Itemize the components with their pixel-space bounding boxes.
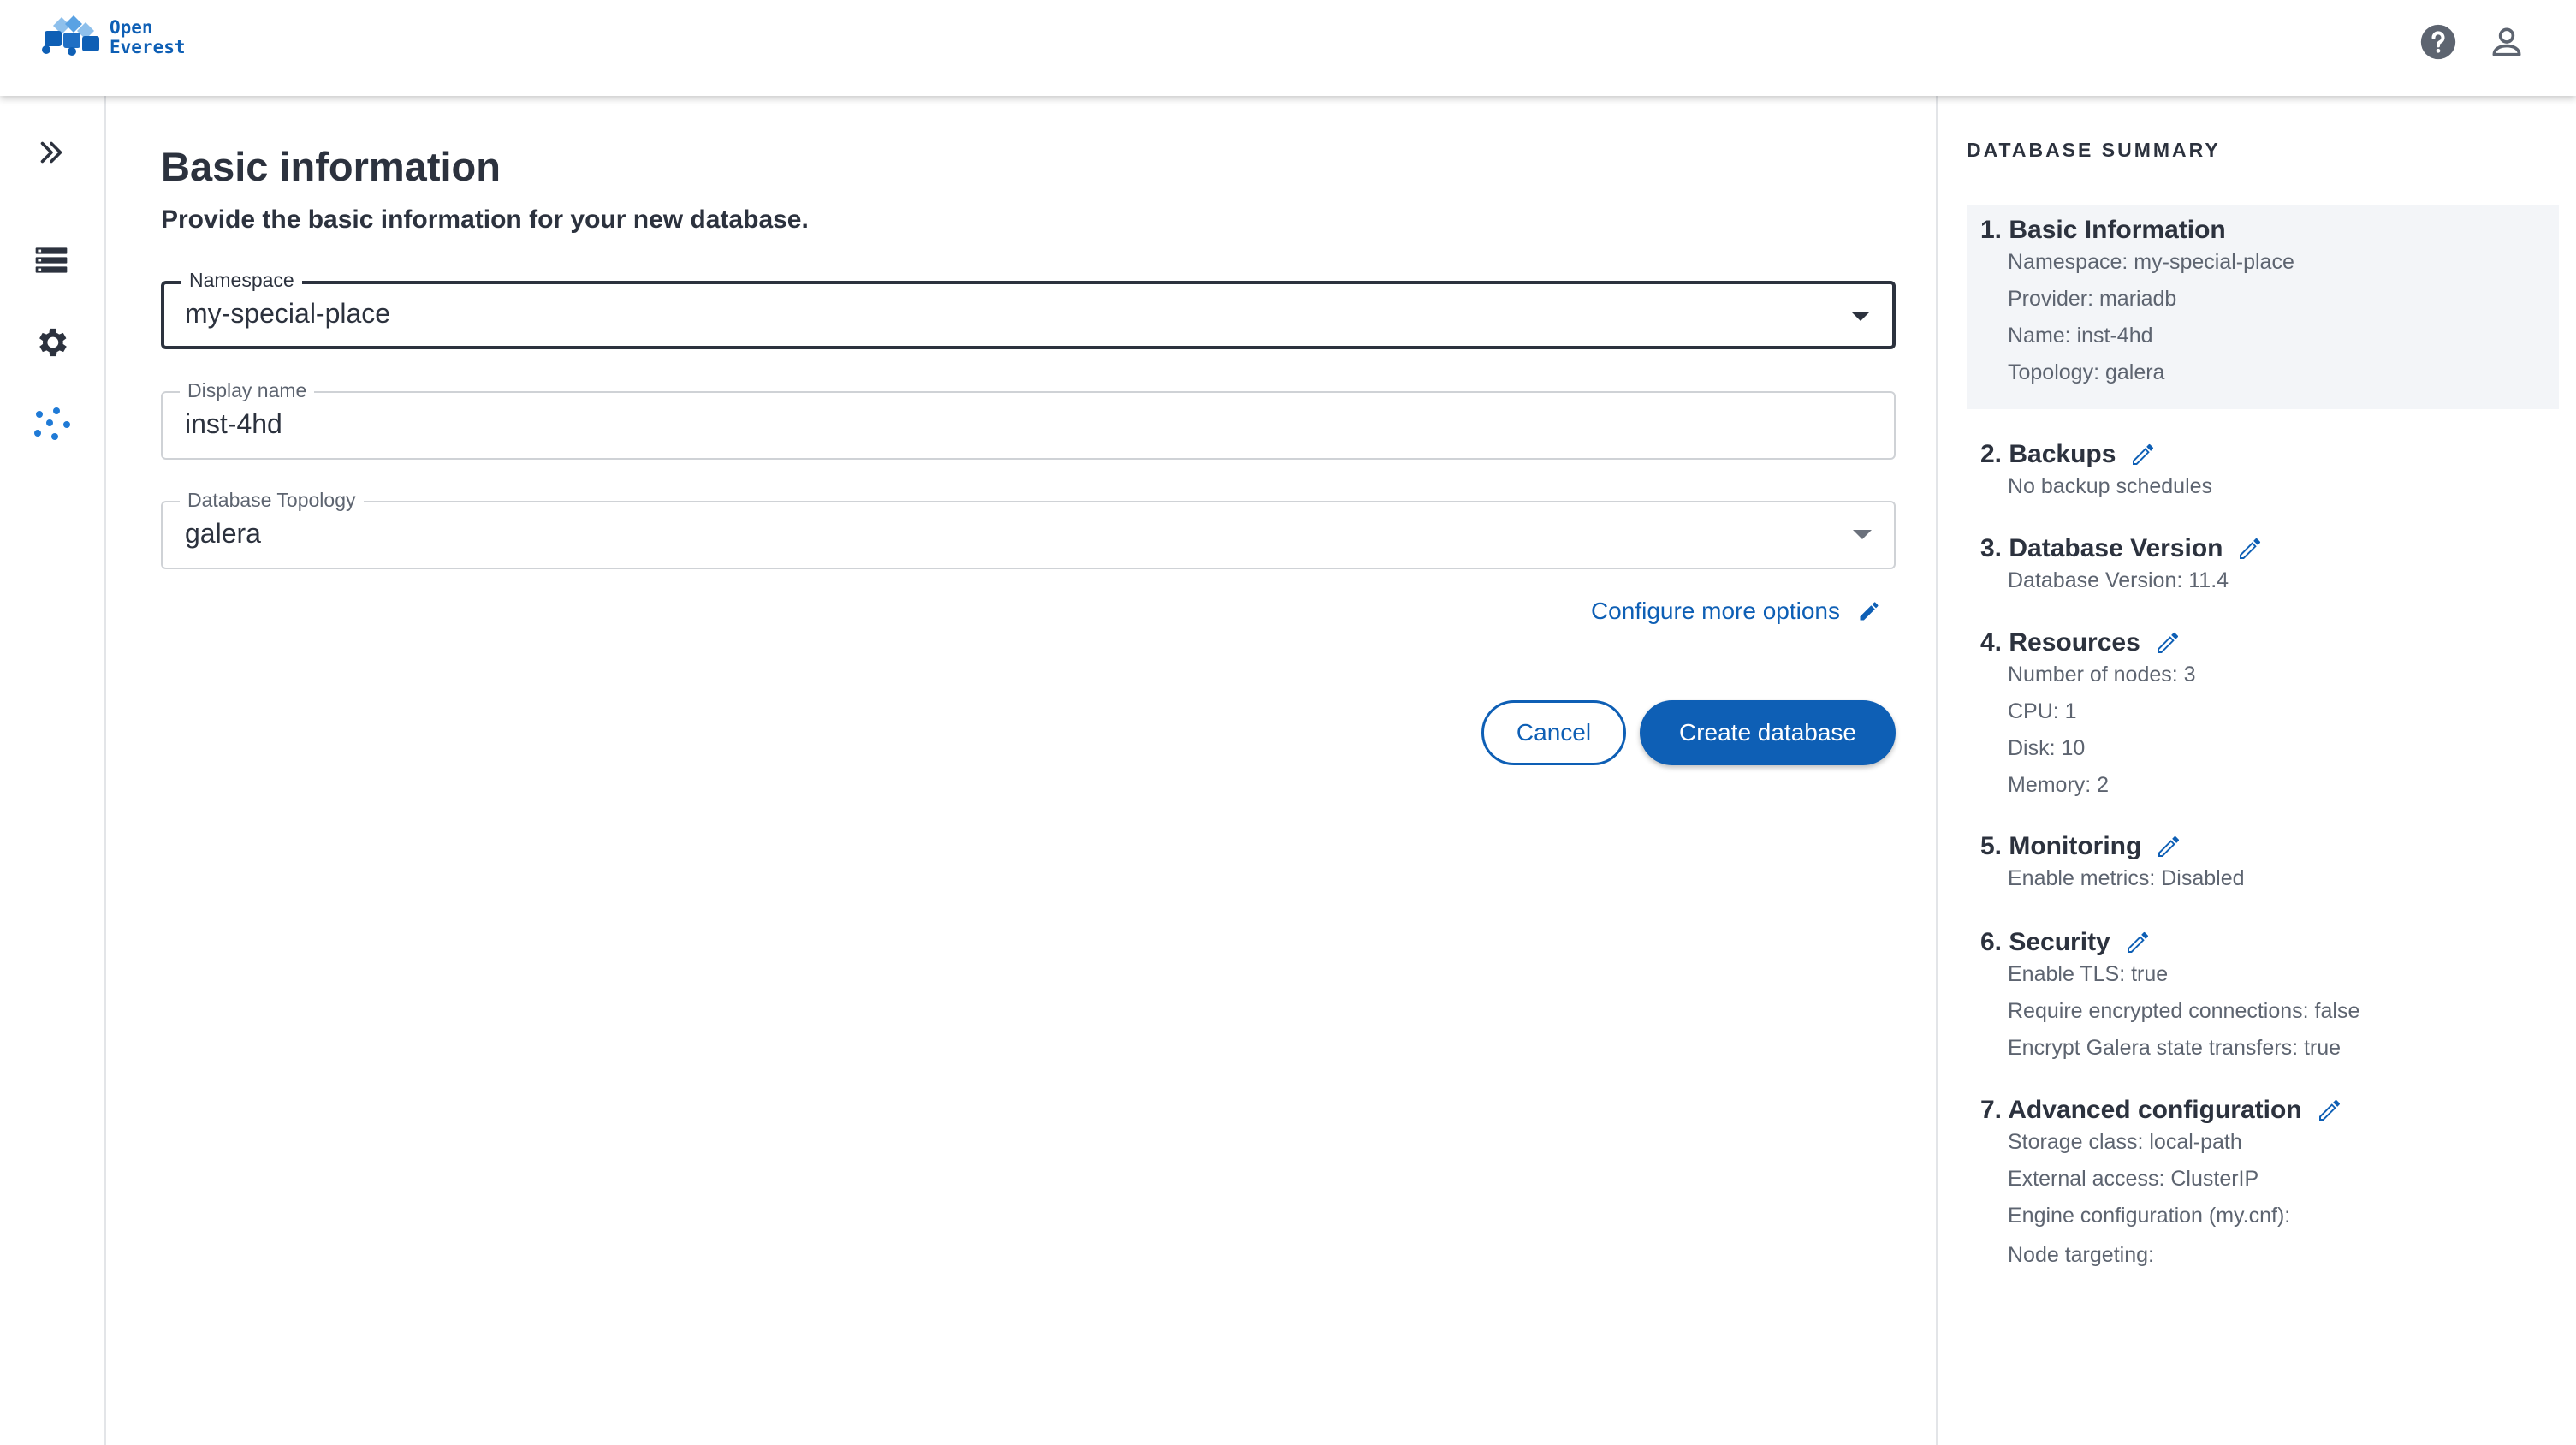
display-name-value: inst-4hd <box>185 408 282 439</box>
section-title: 3. Database Version <box>1980 534 2223 562</box>
page-subtitle: Provide the basic information for your n… <box>161 205 809 234</box>
section-line: Topology: galera <box>2008 360 2165 384</box>
top-app-bar: Open Everest <box>0 0 2576 96</box>
pencil-icon[interactable] <box>2154 629 2181 657</box>
logo-icon <box>42 15 99 56</box>
summary-section-resources: 4. Resources Number of nodes: 3 CPU: 1 D… <box>1967 628 2559 808</box>
topology-select[interactable]: Database Topology galera <box>161 489 1896 569</box>
namespace-label: Namespace <box>181 269 302 292</box>
section-title: 1. Basic Information <box>1980 216 2226 244</box>
section-line: Enable TLS: true <box>2008 962 2169 986</box>
section-line: Require encrypted connections: false <box>2008 999 2360 1023</box>
create-database-button[interactable]: Create database <box>1640 700 1896 765</box>
section-line: Enable metrics: Disabled <box>2008 866 2245 890</box>
summary-section-header[interactable]: 6. Security <box>1980 928 2152 957</box>
logo-text: Open Everest <box>110 18 186 57</box>
section-title: 7. Advanced configuration <box>1980 1096 2302 1124</box>
summary-section-header[interactable]: 4. Resources <box>1980 628 2181 657</box>
chevron-down-icon <box>1851 312 1870 321</box>
section-line: Name: inst-4hd <box>2008 324 2153 348</box>
section-line: External access: ClusterIP <box>2008 1167 2259 1191</box>
section-title: 2. Backups <box>1980 440 2116 468</box>
namespace-value: my-special-place <box>185 298 391 329</box>
namespace-select[interactable]: Namespace my-special-place <box>161 269 1896 349</box>
cluster-icon[interactable] <box>29 402 74 447</box>
logo-line-2: Everest <box>110 37 186 57</box>
summary-section-header[interactable]: 3. Database Version <box>1980 534 2264 563</box>
section-title: 5. Monitoring <box>1980 832 2142 860</box>
section-title: 4. Resources <box>1980 628 2140 657</box>
summary-section-header[interactable]: 5. Monitoring <box>1980 832 2182 861</box>
pencil-icon[interactable] <box>2155 833 2182 860</box>
pencil-icon[interactable] <box>2124 929 2152 956</box>
settings-icon[interactable] <box>29 320 74 365</box>
cancel-button[interactable]: Cancel <box>1481 700 1626 765</box>
section-line: Encrypt Galera state transfers: true <box>2008 1036 2342 1060</box>
open-everest-logo[interactable]: Open Everest <box>41 14 186 62</box>
page-title: Basic information <box>161 144 501 189</box>
section-line: Number of nodes: 3 <box>2008 663 2196 687</box>
chevron-down-icon <box>1853 530 1872 539</box>
section-line: Disk: 10 <box>2008 736 2086 760</box>
section-title: 6. Security <box>1980 928 2110 956</box>
section-line: No backup schedules <box>2008 474 2213 498</box>
left-navigation <box>0 96 106 1445</box>
summary-section-advanced-configuration: 7. Advanced configuration Storage class:… <box>1967 1096 2559 1284</box>
pencil-icon[interactable] <box>2129 441 2157 468</box>
summary-section-backups: 2. Backups No backup schedules <box>1967 440 2559 508</box>
display-name-label: Display name <box>180 379 315 402</box>
summary-section-header[interactable]: 7. Advanced configuration <box>1980 1096 2343 1125</box>
user-icon[interactable] <box>2487 22 2526 62</box>
summary-section-database-version: 3. Database Version Database Version: 11… <box>1967 534 2559 603</box>
database-summary-panel: DATABASE SUMMARY 1. Basic Information Na… <box>1936 96 2576 1445</box>
summary-section-basic-information: 1. Basic Information Namespace: my-speci… <box>1967 205 2559 409</box>
section-line: Engine configuration (my.cnf): <box>2008 1204 2291 1228</box>
section-line: Storage class: local-path <box>2008 1130 2242 1154</box>
pencil-icon <box>1860 602 1879 621</box>
pencil-icon[interactable] <box>2316 1097 2343 1124</box>
section-line: Provider: mariadb <box>2008 287 2177 311</box>
expand-icon[interactable] <box>29 130 74 175</box>
summary-section-header[interactable]: 2. Backups <box>1980 440 2157 469</box>
configure-more-options-label: Configure more options <box>1590 598 1840 624</box>
databases-icon[interactable] <box>29 238 74 282</box>
configure-more-options-link[interactable]: Configure more options <box>1591 598 1881 625</box>
section-line: Memory: 2 <box>2008 773 2110 797</box>
section-line: Namespace: my-special-place <box>2008 250 2294 274</box>
section-line: Node targeting: <box>2008 1243 2154 1267</box>
section-line: Database Version: 11.4 <box>2008 568 2229 592</box>
section-line: CPU: 1 <box>2008 699 2077 723</box>
logo-line-1: Open <box>110 17 153 38</box>
summary-section-monitoring: 5. Monitoring Enable metrics: Disabled <box>1967 832 2559 901</box>
topology-value: galera <box>185 518 261 549</box>
help-icon[interactable] <box>2419 22 2458 62</box>
display-name-field[interactable]: Display name inst-4hd <box>161 379 1896 460</box>
summary-section-security: 6. Security Enable TLS: true Require enc… <box>1967 928 2559 1073</box>
summary-title: DATABASE SUMMARY <box>1967 139 2221 161</box>
topology-label: Database Topology <box>180 489 364 512</box>
pencil-icon[interactable] <box>2236 535 2264 562</box>
